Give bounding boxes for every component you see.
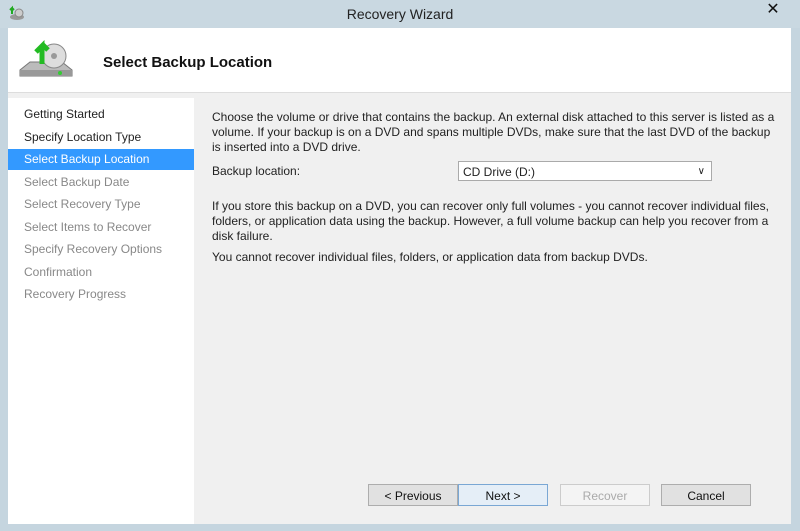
backup-location-select[interactable]: CD Drive (D:) ∨ bbox=[458, 161, 712, 181]
backup-drive-icon bbox=[19, 39, 73, 77]
step-select-backup-location: Select Backup Location bbox=[8, 149, 194, 170]
intro-text: Choose the volume or drive that contains… bbox=[212, 110, 775, 154]
wizard-frame: Select Backup Location Getting Started S… bbox=[8, 28, 791, 524]
wizard-header: Select Backup Location bbox=[8, 28, 791, 93]
title-bar: Recovery Wizard ✕ bbox=[0, 0, 800, 28]
wizard-content: Choose the volume or drive that contains… bbox=[196, 98, 791, 524]
step-select-items: Select Items to Recover bbox=[24, 219, 152, 234]
backup-location-label: Backup location: bbox=[212, 164, 301, 178]
previous-button[interactable]: < Previous bbox=[368, 484, 458, 506]
dvd-warning: You cannot recover individual files, fol… bbox=[212, 250, 648, 264]
step-recovery-progress: Recovery Progress bbox=[24, 287, 127, 301]
next-button[interactable]: Next > bbox=[458, 484, 548, 506]
dvd-note: If you store this backup on a DVD, you c… bbox=[212, 199, 769, 243]
step-getting-started: Getting Started bbox=[24, 107, 105, 121]
cancel-button[interactable]: Cancel bbox=[661, 484, 751, 506]
step-recovery-options: Specify Recovery Options bbox=[24, 242, 163, 256]
chevron-down-icon: ∨ bbox=[697, 166, 705, 177]
page-title: Select Backup Location bbox=[103, 54, 273, 71]
step-select-backup-date: Select Backup Date bbox=[24, 174, 130, 189]
backup-location-value: CD Drive (D:) bbox=[463, 165, 535, 179]
step-select-recovery-type: Select Recovery Type bbox=[24, 197, 141, 211]
wizard-steps: Getting Started Specify Location Type Se… bbox=[8, 98, 194, 524]
recover-button: Recover bbox=[560, 484, 650, 506]
step-specify-location-type: Specify Location Type bbox=[24, 129, 142, 144]
close-button[interactable]: ✕ bbox=[758, 0, 788, 20]
step-confirmation: Confirmation bbox=[24, 264, 93, 279]
window-title: Recovery Wizard bbox=[346, 6, 454, 22]
